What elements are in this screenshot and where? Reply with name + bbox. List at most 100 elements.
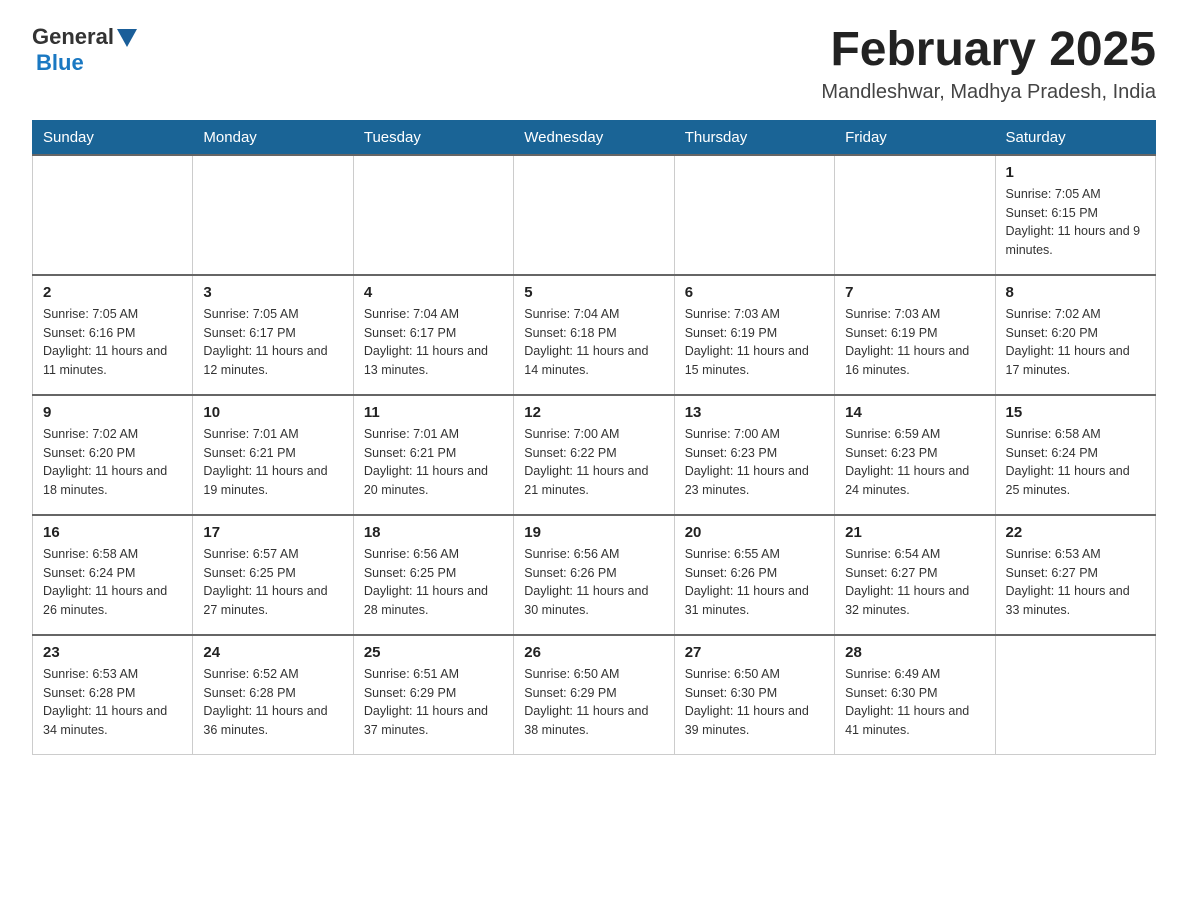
day-number: 8 <box>1006 284 1145 301</box>
calendar-cell <box>33 155 193 275</box>
day-number: 16 <box>43 524 182 541</box>
calendar-cell: 5 Sunrise: 7:04 AM Sunset: 6:18 PM Daylig… <box>514 275 674 395</box>
weekday-header-sunday: Sunday <box>33 120 193 155</box>
day-info: Sunrise: 6:55 AM Sunset: 6:26 PM Dayligh… <box>685 545 824 620</box>
calendar-cell: 15Sunrise: 6:58 AM Sunset: 6:24 PM Dayli… <box>995 395 1155 515</box>
day-number: 3 <box>203 284 342 301</box>
day-info: Sunrise: 7:03 AM Sunset: 6:19 PM Dayligh… <box>685 305 824 380</box>
week-row-4: 16 Sunrise: 6:58 AM Sunset: 6:24 PM Dayli… <box>33 515 1156 635</box>
calendar-cell: 8 Sunrise: 7:02 AM Sunset: 6:20 PM Daylig… <box>995 275 1155 395</box>
calendar-cell: 22 Sunrise: 6:53 AM Sunset: 6:27 PM Dayli… <box>995 515 1155 635</box>
calendar-cell <box>835 155 995 275</box>
day-number: 22 <box>1006 524 1145 541</box>
calendar-cell: 28 Sunrise: 6:49 AM Sunset: 6:30 PM Dayli… <box>835 635 995 755</box>
weekday-header-tuesday: Tuesday <box>353 120 513 155</box>
day-info: Sunrise: 7:04 AM Sunset: 6:17 PM Dayligh… <box>364 305 503 380</box>
calendar-cell: 12 Sunrise: 7:00 AM Sunset: 6:22 PM Dayli… <box>514 395 674 515</box>
calendar-cell: 7 Sunrise: 7:03 AM Sunset: 6:19 PM Daylig… <box>835 275 995 395</box>
calendar-cell: 24 Sunrise: 6:52 AM Sunset: 6:28 PM Dayli… <box>193 635 353 755</box>
calendar-cell <box>193 155 353 275</box>
week-row-1: 1 Sunrise: 7:05 AM Sunset: 6:15 PM Daylig… <box>33 155 1156 275</box>
logo-triangle-icon <box>117 29 137 47</box>
weekday-header-friday: Friday <box>835 120 995 155</box>
logo-general-text: General <box>32 24 114 50</box>
day-info: Sunrise: 6:52 AM Sunset: 6:28 PM Dayligh… <box>203 665 342 740</box>
week-row-3: 9 Sunrise: 7:02 AM Sunset: 6:20 PM Daylig… <box>33 395 1156 515</box>
calendar-cell: 27Sunrise: 6:50 AM Sunset: 6:30 PM Dayli… <box>674 635 834 755</box>
calendar-cell <box>514 155 674 275</box>
day-number: 13 <box>685 404 824 421</box>
day-number: 25 <box>364 644 503 661</box>
day-number: 6 <box>685 284 824 301</box>
calendar-cell: 26 Sunrise: 6:50 AM Sunset: 6:29 PM Dayli… <box>514 635 674 755</box>
calendar-cell: 3 Sunrise: 7:05 AM Sunset: 6:17 PM Daylig… <box>193 275 353 395</box>
day-number: 28 <box>845 644 984 661</box>
day-info: Sunrise: 6:53 AM Sunset: 6:27 PM Dayligh… <box>1006 545 1145 620</box>
calendar-cell: 6 Sunrise: 7:03 AM Sunset: 6:19 PM Daylig… <box>674 275 834 395</box>
logo-blue-text: Blue <box>36 50 84 75</box>
day-number: 23 <box>43 644 182 661</box>
weekday-header-wednesday: Wednesday <box>514 120 674 155</box>
calendar-cell <box>674 155 834 275</box>
calendar-cell: 16 Sunrise: 6:58 AM Sunset: 6:24 PM Dayli… <box>33 515 193 635</box>
weekday-header-thursday: Thursday <box>674 120 834 155</box>
calendar-cell: 10Sunrise: 7:01 AM Sunset: 6:21 PM Dayli… <box>193 395 353 515</box>
calendar-cell: 14 Sunrise: 6:59 AM Sunset: 6:23 PM Dayli… <box>835 395 995 515</box>
day-info: Sunrise: 6:51 AM Sunset: 6:29 PM Dayligh… <box>364 665 503 740</box>
day-number: 14 <box>845 404 984 421</box>
calendar-table: SundayMondayTuesdayWednesdayThursdayFrid… <box>32 120 1156 756</box>
day-number: 20 <box>685 524 824 541</box>
day-number: 5 <box>524 284 663 301</box>
weekday-header-row: SundayMondayTuesdayWednesdayThursdayFrid… <box>33 120 1156 155</box>
day-info: Sunrise: 6:56 AM Sunset: 6:26 PM Dayligh… <box>524 545 663 620</box>
day-number: 9 <box>43 404 182 421</box>
day-number: 19 <box>524 524 663 541</box>
day-number: 1 <box>1006 164 1145 181</box>
day-info: Sunrise: 6:58 AM Sunset: 6:24 PM Dayligh… <box>43 545 182 620</box>
calendar-cell: 21Sunrise: 6:54 AM Sunset: 6:27 PM Dayli… <box>835 515 995 635</box>
day-info: Sunrise: 7:02 AM Sunset: 6:20 PM Dayligh… <box>1006 305 1145 380</box>
day-info: Sunrise: 7:05 AM Sunset: 6:17 PM Dayligh… <box>203 305 342 380</box>
location: Mandleshwar, Madhya Pradesh, India <box>821 81 1156 104</box>
calendar-cell: 20 Sunrise: 6:55 AM Sunset: 6:26 PM Dayli… <box>674 515 834 635</box>
day-info: Sunrise: 7:02 AM Sunset: 6:20 PM Dayligh… <box>43 425 182 500</box>
day-number: 18 <box>364 524 503 541</box>
day-number: 10 <box>203 404 342 421</box>
calendar-cell: 23 Sunrise: 6:53 AM Sunset: 6:28 PM Dayli… <box>33 635 193 755</box>
day-info: Sunrise: 6:59 AM Sunset: 6:23 PM Dayligh… <box>845 425 984 500</box>
day-number: 27 <box>685 644 824 661</box>
week-row-5: 23 Sunrise: 6:53 AM Sunset: 6:28 PM Dayli… <box>33 635 1156 755</box>
logo: General Blue <box>32 24 137 76</box>
day-info: Sunrise: 6:58 AM Sunset: 6:24 PM Dayligh… <box>1006 425 1145 500</box>
day-info: Sunrise: 6:50 AM Sunset: 6:29 PM Dayligh… <box>524 665 663 740</box>
calendar-cell <box>353 155 513 275</box>
calendar-cell: 2Sunrise: 7:05 AM Sunset: 6:16 PM Daylig… <box>33 275 193 395</box>
day-info: Sunrise: 7:01 AM Sunset: 6:21 PM Dayligh… <box>364 425 503 500</box>
day-info: Sunrise: 6:49 AM Sunset: 6:30 PM Dayligh… <box>845 665 984 740</box>
calendar-cell: 17Sunrise: 6:57 AM Sunset: 6:25 PM Dayli… <box>193 515 353 635</box>
day-info: Sunrise: 6:56 AM Sunset: 6:25 PM Dayligh… <box>364 545 503 620</box>
day-info: Sunrise: 7:00 AM Sunset: 6:22 PM Dayligh… <box>524 425 663 500</box>
day-number: 11 <box>364 404 503 421</box>
day-number: 26 <box>524 644 663 661</box>
day-info: Sunrise: 7:00 AM Sunset: 6:23 PM Dayligh… <box>685 425 824 500</box>
calendar-cell: 18 Sunrise: 6:56 AM Sunset: 6:25 PM Dayli… <box>353 515 513 635</box>
weekday-header-saturday: Saturday <box>995 120 1155 155</box>
day-number: 7 <box>845 284 984 301</box>
day-number: 21 <box>845 524 984 541</box>
day-info: Sunrise: 7:04 AM Sunset: 6:18 PM Dayligh… <box>524 305 663 380</box>
day-info: Sunrise: 7:05 AM Sunset: 6:15 PM Dayligh… <box>1006 185 1145 260</box>
day-number: 4 <box>364 284 503 301</box>
day-number: 12 <box>524 404 663 421</box>
day-number: 2 <box>43 284 182 301</box>
calendar-cell: 4 Sunrise: 7:04 AM Sunset: 6:17 PM Daylig… <box>353 275 513 395</box>
day-info: Sunrise: 7:03 AM Sunset: 6:19 PM Dayligh… <box>845 305 984 380</box>
day-number: 24 <box>203 644 342 661</box>
weekday-header-monday: Monday <box>193 120 353 155</box>
header: General Blue February 2025 Mandleshwar, … <box>32 24 1156 104</box>
calendar-cell: 1 Sunrise: 7:05 AM Sunset: 6:15 PM Daylig… <box>995 155 1155 275</box>
calendar-cell: 9 Sunrise: 7:02 AM Sunset: 6:20 PM Daylig… <box>33 395 193 515</box>
day-number: 17 <box>203 524 342 541</box>
day-info: Sunrise: 6:53 AM Sunset: 6:28 PM Dayligh… <box>43 665 182 740</box>
calendar-cell: 25 Sunrise: 6:51 AM Sunset: 6:29 PM Dayli… <box>353 635 513 755</box>
